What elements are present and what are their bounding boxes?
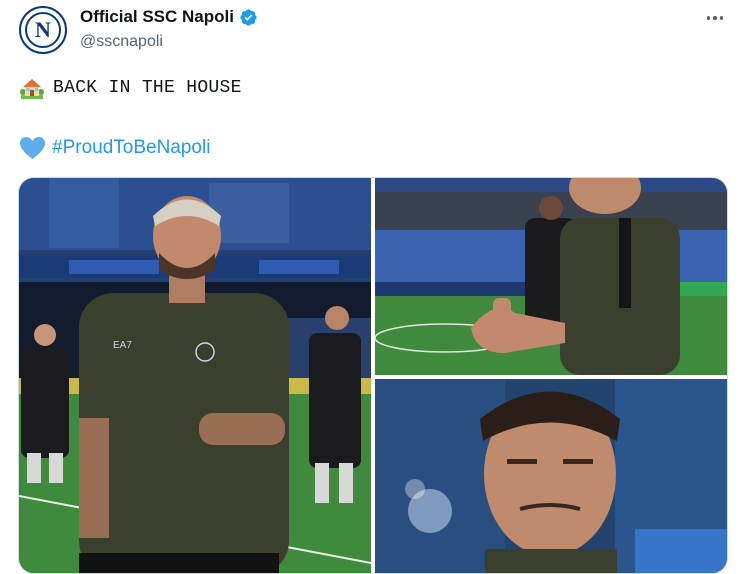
tweet-text: BACK IN THE HOUSE bbox=[53, 78, 242, 98]
photo-thumbs-up[interactable] bbox=[375, 178, 727, 375]
more-options-icon[interactable] bbox=[701, 8, 729, 28]
photo-player-stadium[interactable]: EA7 bbox=[19, 178, 371, 573]
blue-heart-emoji bbox=[20, 137, 45, 159]
photo-portrait[interactable] bbox=[375, 379, 727, 573]
author-handle[interactable]: @sscnapoli bbox=[80, 33, 163, 51]
media-grid: EA7 bbox=[18, 177, 728, 574]
avatar[interactable]: N bbox=[19, 6, 67, 54]
author-name-row: Official SSC Napoli bbox=[80, 7, 258, 27]
house-with-garden-emoji bbox=[20, 79, 44, 99]
logo-letter: N bbox=[35, 17, 51, 42]
verified-badge-icon bbox=[240, 8, 257, 26]
hashtag-link[interactable]: #ProudToBeNapoli bbox=[52, 137, 210, 159]
svg-text:EA7: EA7 bbox=[113, 340, 132, 351]
tweet-line-2: #ProudToBeNapoli bbox=[19, 136, 210, 160]
napoli-logo: N bbox=[25, 12, 61, 48]
display-name[interactable]: Official SSC Napoli bbox=[80, 7, 234, 27]
tweet-line-1: BACK IN THE HOUSE bbox=[19, 76, 242, 100]
